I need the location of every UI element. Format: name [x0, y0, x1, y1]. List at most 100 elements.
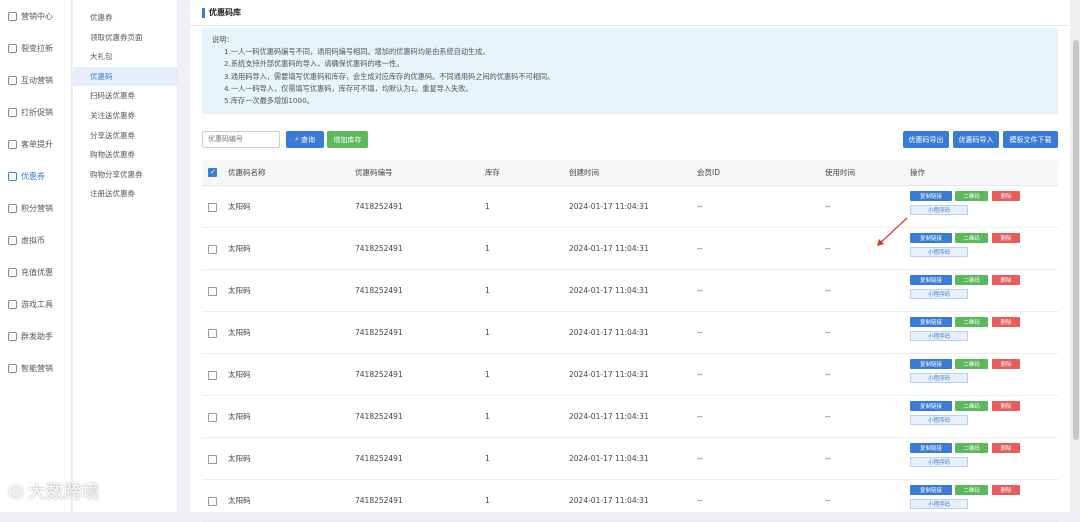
table-row: 太阳码 7418252491 1 2024-01-17 11:04:31 -- -- 复制链… [202, 396, 1058, 438]
row-checkbox[interactable] [208, 203, 217, 212]
qr-code-button[interactable]: 二维码 [955, 443, 988, 453]
sidebar-item[interactable]: 客单提升 [0, 128, 71, 160]
used-time: -- [825, 202, 831, 211]
delete-button[interactable]: 删除 [992, 317, 1020, 327]
coupon-name: 太阳码 [228, 412, 251, 421]
qr-code-button[interactable]: 二维码 [955, 233, 988, 243]
qr-code-button[interactable]: 二维码 [955, 191, 988, 201]
created-time: 2024-01-17 11:04:31 [569, 412, 649, 421]
select-all-checkbox[interactable] [208, 168, 217, 177]
created-time: 2024-01-17 11:04:31 [569, 328, 649, 337]
table-row: 太阳码 7418252491 1 2024-01-17 11:04:31 -- -- 复制链… [202, 186, 1058, 228]
add-stock-button[interactable]: 增加库存 [327, 131, 368, 148]
coupon-name: 太阳码 [228, 202, 251, 211]
coupon-code: 7418252491 [355, 412, 403, 421]
qr-code-button[interactable]: 二维码 [955, 317, 988, 327]
copy-link-button[interactable]: 复制链接 [910, 485, 952, 495]
sidebar-item-label: 虚拟币 [21, 235, 45, 245]
template-download-button[interactable]: 模板文件下载 [1003, 131, 1058, 148]
delete-button[interactable]: 删除 [992, 275, 1020, 285]
sidebar-item[interactable]: 优惠券 [0, 160, 71, 192]
submenu-item[interactable]: 扫码送优惠券 [73, 86, 177, 106]
mini-program-code-button[interactable]: 小程序码 [910, 289, 968, 299]
qr-code-button[interactable]: 二维码 [955, 401, 988, 411]
row-checkbox[interactable] [208, 287, 217, 296]
sidebar-item[interactable]: 游戏工具 [0, 288, 71, 320]
col-created: 创建时间 [569, 168, 599, 177]
copy-link-button[interactable]: 复制链接 [910, 233, 952, 243]
submenu-item[interactable]: 优惠券 [73, 8, 177, 28]
table-row: 太阳码 7418252491 1 2024-01-17 11:04:31 -- -- 复制链… [202, 270, 1058, 312]
submenu-item[interactable]: 注册送优惠券 [73, 184, 177, 204]
col-stock: 库存 [485, 168, 500, 177]
mini-program-code-button[interactable]: 小程序码 [910, 373, 968, 383]
copy-link-button[interactable]: 复制链接 [910, 191, 952, 201]
submenu-item[interactable]: 关注送优惠券 [73, 106, 177, 126]
coupon-code: 7418252491 [355, 454, 403, 463]
row-checkbox[interactable] [208, 413, 217, 422]
submenu-item[interactable]: 分享送优惠券 [73, 126, 177, 146]
sidebar-item-label: 智能营销 [21, 363, 53, 373]
sidebar-item[interactable]: 群发助手 [0, 320, 71, 352]
qr-code-button[interactable]: 二维码 [955, 359, 988, 369]
mini-program-code-button[interactable]: 小程序码 [910, 331, 968, 341]
stock: 1 [485, 328, 490, 337]
delete-button[interactable]: 删除 [992, 233, 1020, 243]
menu-icon [8, 139, 17, 149]
qr-code-button[interactable]: 二维码 [955, 485, 988, 495]
copy-link-button[interactable]: 复制链接 [910, 359, 952, 369]
table-header: 优惠码名称 优惠码编号 库存 创建时间 会员ID 使用时间 操作 [202, 160, 1058, 186]
row-checkbox[interactable] [208, 245, 217, 254]
mini-program-code-button[interactable]: 小程序码 [910, 457, 968, 467]
copy-link-button[interactable]: 复制链接 [910, 317, 952, 327]
sidebar-item[interactable]: 营销中心 [0, 0, 71, 32]
copy-link-button[interactable]: 复制链接 [910, 443, 952, 453]
mini-program-code-button[interactable]: 小程序码 [910, 415, 968, 425]
sidebar-item[interactable]: 智能营销 [0, 352, 71, 384]
search-icon: ⌕ [295, 135, 299, 143]
mini-program-code-button[interactable]: 小程序码 [910, 205, 968, 215]
submenu-item[interactable]: 大礼包 [73, 47, 177, 67]
created-time: 2024-01-17 11:04:31 [569, 370, 649, 379]
submenu-item[interactable]: 购物送优惠券 [73, 145, 177, 165]
scrollbar[interactable] [1072, 0, 1080, 512]
row-checkbox[interactable] [208, 497, 217, 506]
delete-button[interactable]: 删除 [992, 443, 1020, 453]
delete-button[interactable]: 删除 [992, 359, 1020, 369]
export-button[interactable]: 优惠码导出 [903, 131, 949, 148]
sidebar-item[interactable]: 互动营销 [0, 64, 71, 96]
submenu-item[interactable]: 领取优惠券页面 [73, 28, 177, 48]
sidebar-item[interactable]: 积分营销 [0, 192, 71, 224]
delete-button[interactable]: 删除 [992, 485, 1020, 495]
row-checkbox[interactable] [208, 371, 217, 380]
coupon-code: 7418252491 [355, 286, 403, 295]
submenu-item[interactable]: 购物分享优惠券 [73, 165, 177, 185]
sidebar-item[interactable]: 打折促销 [0, 96, 71, 128]
copy-link-button[interactable]: 复制链接 [910, 401, 952, 411]
coupon-code: 7418252491 [355, 496, 403, 505]
sidebar-item-label: 互动营销 [21, 75, 53, 85]
note-line: 1.一人一码优惠码编号不同，通用码编号相同。增加的优惠码均是由系统自动生成。 [224, 47, 490, 57]
menu-icon [8, 107, 17, 117]
import-button[interactable]: 优惠码导入 [953, 131, 999, 148]
submenu-item[interactable]: 优惠码 [73, 66, 177, 87]
row-checkbox[interactable] [208, 455, 217, 464]
delete-button[interactable]: 删除 [992, 401, 1020, 411]
qr-code-button[interactable]: 二维码 [955, 275, 988, 285]
copy-link-button[interactable]: 复制链接 [910, 275, 952, 285]
menu-icon [8, 11, 17, 21]
menu-icon [8, 235, 17, 245]
sidebar-item[interactable]: 虚拟币 [0, 224, 71, 256]
sidebar-item[interactable]: 裂变拉新 [0, 32, 71, 64]
sidebar-item[interactable]: 充值优惠 [0, 256, 71, 288]
delete-button[interactable]: 删除 [992, 191, 1020, 201]
member-id: -- [697, 244, 703, 253]
row-checkbox[interactable] [208, 329, 217, 338]
red-arrow-annotation [877, 217, 908, 246]
coupon-code-search-input[interactable] [202, 131, 280, 148]
mini-program-code-button[interactable]: 小程序码 [910, 499, 968, 509]
query-button[interactable]: ⌕ 查询 [286, 131, 324, 148]
mini-program-code-button[interactable]: 小程序码 [910, 247, 968, 257]
scrollbar-thumb[interactable] [1073, 40, 1079, 440]
note-header: 说明： [212, 35, 234, 44]
